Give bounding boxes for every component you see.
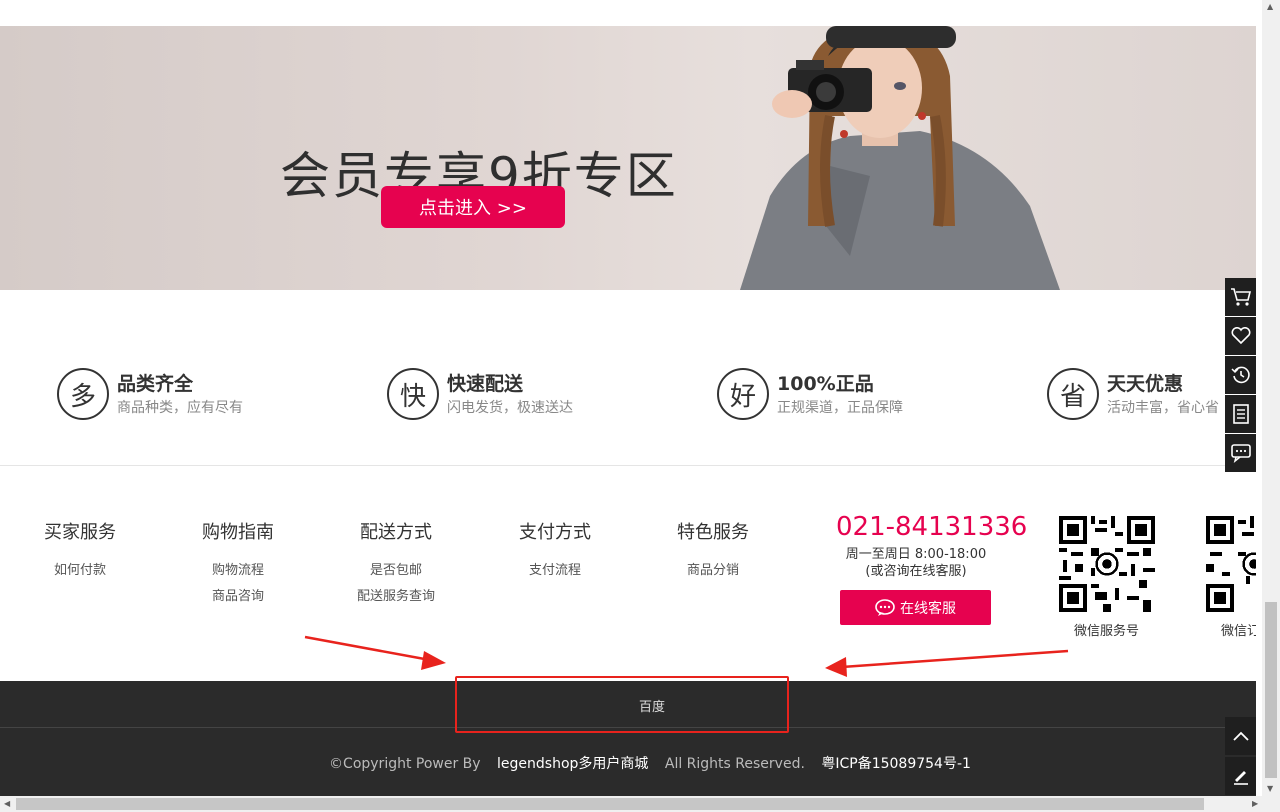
qr-code-subscribe [1206, 516, 1256, 612]
vertical-scroll-thumb[interactable] [1265, 602, 1277, 778]
footer-column-title: 配送方式 [360, 522, 432, 543]
scroll-right-icon[interactable]: ▶ [1252, 799, 1258, 808]
feature-badge-icon: 省 [1047, 368, 1099, 420]
enter-button[interactable]: 点击进入 >> [381, 186, 565, 228]
heart-icon [1231, 327, 1250, 345]
qr-code-subscribe-label: 微信订 [1221, 624, 1256, 639]
scroll-up-icon[interactable]: ▲ [1267, 2, 1273, 11]
toolbar-messages[interactable] [1225, 434, 1256, 472]
message-icon [1230, 444, 1251, 463]
footer-column-title: 特色服务 [677, 522, 749, 543]
copyright-prefix: ©Copyright Power By [329, 756, 481, 772]
features-strip: 多 品类齐全 商品种类，应有尽有 快 快速配送 闪电发货，极速送达 好 100%… [0, 290, 1256, 466]
feature-badge-icon: 好 [717, 368, 769, 420]
feature-title: 品类齐全 [117, 372, 194, 395]
service-hours-line: 周一至周日 8:00-18:00 [845, 547, 987, 562]
arrow-up-icon [1232, 731, 1249, 741]
feature-title: 快速配送 [447, 372, 524, 395]
feature-item: 省 天天优惠 活动丰富，省心省 [1047, 368, 1225, 420]
footer-column: 购物指南 购物流程 商品咨询 [178, 518, 298, 610]
feature-title: 天天优惠 [1107, 372, 1184, 395]
copyright: ©Copyright Power By legendshop多用户商城 All … [0, 753, 1280, 773]
online-service-button[interactable]: 在线客服 [840, 590, 991, 625]
feature-subtitle: 闪电发货，极速送达 [447, 399, 573, 416]
feature-item: 快 快速配送 闪电发货，极速送达 [387, 368, 573, 420]
model-photo [740, 26, 1060, 290]
copyright-brand: legendshop多用户商城 [497, 756, 649, 772]
scroll-left-icon[interactable]: ◀ [4, 799, 10, 808]
footer-column: 支付方式 支付流程 [495, 518, 615, 584]
service-hours: 周一至周日 8:00-18:00 (或咨询在线客服) [836, 546, 996, 580]
feature-item: 好 100%正品 正规渠道，正品保障 [717, 368, 903, 420]
vertical-scrollbar[interactable]: ▲ ▼ [1262, 0, 1280, 796]
feedback-button[interactable] [1225, 757, 1256, 795]
page: 会员专享9折专区 点击进入 >> 多 品类齐全 商品种类，应有尽有 快 快速配送… [0, 0, 1280, 812]
footer-link[interactable]: 是否包邮 [336, 558, 456, 584]
right-toolbar [1225, 278, 1256, 473]
feature-badge-icon: 多 [57, 368, 109, 420]
feature-title: 100%正品 [777, 372, 874, 395]
qr-code-service [1059, 516, 1155, 612]
document-icon [1232, 404, 1249, 424]
toolbar-favorites[interactable] [1225, 317, 1256, 355]
scroll-down-icon[interactable]: ▼ [1267, 784, 1273, 793]
online-service-label: 在线客服 [900, 600, 956, 617]
history-icon [1230, 366, 1250, 384]
chat-icon [875, 598, 895, 616]
footer-column: 配送方式 是否包邮 配送服务查询 [336, 518, 456, 610]
toolbar-notes[interactable] [1225, 395, 1256, 433]
service-phone: 021-84131336 [836, 512, 1028, 542]
back-to-top-button[interactable] [1225, 717, 1256, 755]
horizontal-scroll-thumb[interactable] [16, 798, 1204, 810]
toolbar-cart[interactable] [1225, 278, 1256, 316]
footer-link[interactable]: 商品分销 [653, 558, 773, 584]
footer-link[interactable]: 购物流程 [178, 558, 298, 584]
footer-links: 买家服务 如何付款 购物指南 购物流程 商品咨询 配送方式 是否包邮 配送服务查… [0, 466, 1256, 681]
icp-number[interactable]: 粤ICP备15089754号-1 [821, 756, 971, 772]
annotation-box [455, 676, 789, 733]
feature-badge-icon: 快 [387, 368, 439, 420]
toolbar-history[interactable] [1225, 356, 1256, 394]
footer-column: 特色服务 商品分销 [653, 518, 773, 584]
footer-column: 买家服务 如何付款 [20, 518, 140, 584]
footer-link[interactable]: 商品咨询 [178, 584, 298, 610]
footer-column-title: 支付方式 [519, 522, 591, 543]
cart-icon [1230, 288, 1251, 306]
qr-code-service-label: 微信服务号 [1074, 624, 1140, 639]
feature-subtitle: 正规渠道，正品保障 [777, 399, 903, 416]
footer-link[interactable]: 如何付款 [20, 558, 140, 584]
horizontal-scrollbar[interactable]: ◀ ▶ [0, 796, 1280, 812]
edit-icon [1233, 771, 1248, 785]
copyright-rights: All Rights Reserved. [664, 756, 805, 772]
footer-link[interactable]: 配送服务查询 [336, 584, 456, 610]
footer-column-title: 购物指南 [202, 522, 274, 543]
feature-subtitle: 商品种类，应有尽有 [117, 399, 243, 416]
feature-item: 多 品类齐全 商品种类，应有尽有 [57, 368, 243, 420]
service-hours-note: (或咨询在线客服) [865, 564, 967, 579]
feature-subtitle: 活动丰富，省心省 [1107, 399, 1219, 416]
footer-link[interactable]: 支付流程 [495, 558, 615, 584]
qr-code-subscribe-clip: 微信订 [1206, 516, 1256, 646]
member-banner[interactable]: 会员专享9折专区 点击进入 >> [0, 26, 1256, 290]
footer-column-title: 买家服务 [44, 522, 116, 543]
